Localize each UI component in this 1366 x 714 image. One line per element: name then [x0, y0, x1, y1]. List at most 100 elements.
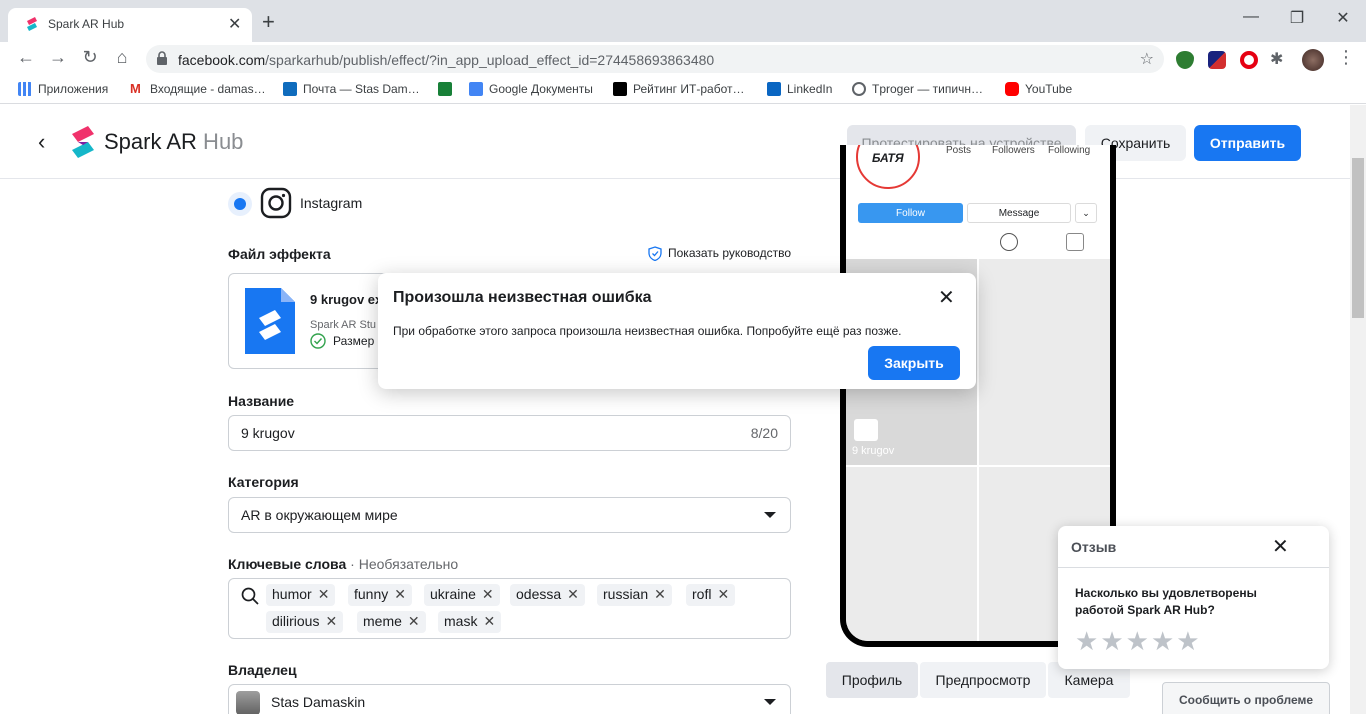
remove-keyword-icon: ✕ [481, 586, 494, 602]
remove-keyword-icon: ✕ [483, 613, 496, 629]
keyword-chip[interactable]: odessa ✕ [510, 584, 585, 606]
rating-stars[interactable]: ★★★★★ [1075, 626, 1202, 657]
dialog-close-icon[interactable]: ✕ [938, 285, 955, 310]
tab-preview[interactable]: Предпросмотр [920, 662, 1046, 698]
sheets-icon [438, 82, 452, 96]
category-label: Категория [228, 474, 299, 490]
bookmark-dou[interactable]: Рейтинг ИТ-работ… [613, 82, 744, 96]
effect-file-name: 9 krugov ex [310, 292, 383, 307]
name-input[interactable]: 9 krugov 8/20 [228, 415, 791, 451]
bookmark-apps[interactable]: Приложения [18, 82, 108, 96]
new-tab-icon[interactable]: + [262, 8, 275, 36]
minimize-icon[interactable]: — [1236, 8, 1266, 26]
keyword-chip[interactable]: mask ✕ [438, 611, 502, 633]
star-icon[interactable]: ★ [1100, 626, 1125, 656]
keyword-chip[interactable]: rofl ✕ [686, 584, 736, 606]
gmail-icon: M [130, 82, 144, 96]
linkedin-icon [767, 82, 781, 96]
scrollbar-thumb[interactable] [1352, 158, 1364, 318]
feedback-panel: Отзыв ✕ Насколько вы удовлетворены работ… [1058, 526, 1329, 669]
owner-label: Владелец [228, 662, 297, 678]
tab-profile[interactable]: Профиль [826, 662, 918, 698]
message-button: Message [967, 203, 1071, 223]
dialog-close-button[interactable]: Закрыть [868, 346, 960, 380]
bookmark-outlook[interactable]: Почта — Stas Dam… [283, 82, 420, 96]
remove-keyword-icon: ✕ [317, 586, 330, 602]
lock-icon [157, 51, 167, 65]
search-icon [241, 587, 259, 605]
forward-arrow-icon[interactable]: → [46, 47, 70, 68]
effect-file-icon [245, 288, 295, 354]
bookmark-linkedin[interactable]: LinkedIn [767, 82, 832, 96]
spark-ar-favicon-icon [27, 17, 37, 31]
show-guide-link[interactable]: Показать руководство [668, 246, 791, 260]
shield-extension-icon[interactable] [1176, 51, 1194, 69]
star-icon[interactable]: ★ [1176, 626, 1201, 656]
keyword-chip[interactable]: russian ✕ [597, 584, 672, 606]
chevron-down-icon [764, 699, 776, 705]
outlook-icon [283, 82, 297, 96]
keyword-chip[interactable]: dilirious ✕ [266, 611, 344, 633]
tagged-tab-icon [1066, 233, 1084, 251]
owner-select[interactable]: Stas Damaskin [228, 684, 791, 714]
globe-icon [852, 82, 866, 96]
profile-avatar[interactable] [1302, 49, 1324, 71]
star-icon[interactable]: ★ [1075, 626, 1100, 656]
back-chevron-icon[interactable]: ‹ [38, 129, 45, 155]
home-icon[interactable]: ⌂ [110, 47, 134, 68]
submit-button[interactable]: Отправить [1194, 125, 1301, 161]
restore-icon[interactable]: ❐ [1282, 8, 1312, 28]
category-select[interactable]: AR в окружающем мире [228, 497, 791, 533]
menu-dots-icon[interactable]: ⋮ [1334, 47, 1358, 68]
remove-keyword-icon: ✕ [654, 586, 666, 602]
url-text: facebook.com/sparkarhub/publish/effect/?… [178, 52, 715, 68]
opera-extension-icon[interactable] [1240, 51, 1258, 69]
name-label: Название [228, 393, 295, 409]
bookmark-gmail[interactable]: M Входящие - damas… [130, 82, 266, 96]
youtube-icon [1005, 82, 1019, 96]
bookmark-google-docs[interactable]: Google Документы [469, 82, 593, 96]
stat-followers: Followers [992, 145, 1035, 156]
stat-following: Following [1048, 145, 1091, 156]
effect-file-label: Файл эффекта [228, 246, 331, 262]
feedback-close-icon[interactable]: ✕ [1272, 534, 1289, 559]
star-icon[interactable]: ★ [1151, 626, 1176, 656]
check-circle-icon [310, 333, 326, 349]
keyword-chip[interactable]: humor ✕ [266, 584, 336, 606]
reload-icon[interactable]: ↻ [78, 47, 102, 68]
chevron-down-icon [764, 512, 776, 518]
browser-tab[interactable]: Spark AR Hub ✕ [8, 8, 252, 42]
effect-file-size: Размер [333, 334, 375, 348]
address-bar[interactable]: facebook.com/sparkarhub/publish/effect/?… [146, 45, 1164, 73]
stat-posts: Posts [946, 145, 972, 156]
bookmark-star-icon[interactable]: ☆ [1140, 49, 1154, 69]
report-problem-button[interactable]: Сообщить о проблеме [1162, 682, 1330, 714]
window-close-icon[interactable]: ✕ [1328, 8, 1358, 28]
keyword-chip[interactable]: meme ✕ [357, 611, 426, 633]
platform-radio[interactable] [228, 192, 252, 216]
error-dialog: Произошла неизвестная ошибка ✕ При обраб… [378, 273, 976, 389]
page-content: ‹ Spark AR Hub Протестировать на устройс… [0, 105, 1350, 714]
keywords-input[interactable]: humor ✕ funny ✕ ukraine ✕ odessa ✕ russian ✕ … [228, 578, 791, 639]
back-arrow-icon[interactable]: ← [14, 47, 38, 68]
dou-icon [613, 82, 627, 96]
bookmark-sheets[interactable] [438, 82, 458, 96]
tab-title: Spark AR Hub [48, 17, 125, 31]
bookmark-youtube[interactable]: YouTube [1005, 82, 1072, 96]
profile-picture: БАТЯ [856, 145, 920, 189]
keywords-label: Ключевые слова · Необязательно [228, 556, 459, 572]
feedback-question: Насколько вы удовлетворены работой Spark… [1075, 586, 1257, 617]
grid-cell [846, 467, 977, 641]
remove-keyword-icon: ✕ [717, 586, 730, 602]
keyword-chip[interactable]: ukraine ✕ [424, 584, 500, 606]
tab-close-icon[interactable]: ✕ [228, 14, 241, 34]
bookmark-tproger[interactable]: Tproger — типичн… [852, 82, 983, 96]
browser-toolbar: ← → ↻ ⌂ facebook.com/sparkarhub/publish/… [0, 42, 1366, 76]
extensions-puzzle-icon[interactable]: ✱ [1270, 49, 1288, 68]
docs-icon [469, 82, 483, 96]
star-icon[interactable]: ★ [1126, 626, 1151, 656]
dialog-message: При обработке этого запроса произошла не… [393, 324, 902, 338]
keyword-chip[interactable]: funny ✕ [348, 584, 412, 606]
flag-extension-icon[interactable] [1208, 51, 1226, 69]
name-char-counter: 8/20 [750, 425, 778, 441]
